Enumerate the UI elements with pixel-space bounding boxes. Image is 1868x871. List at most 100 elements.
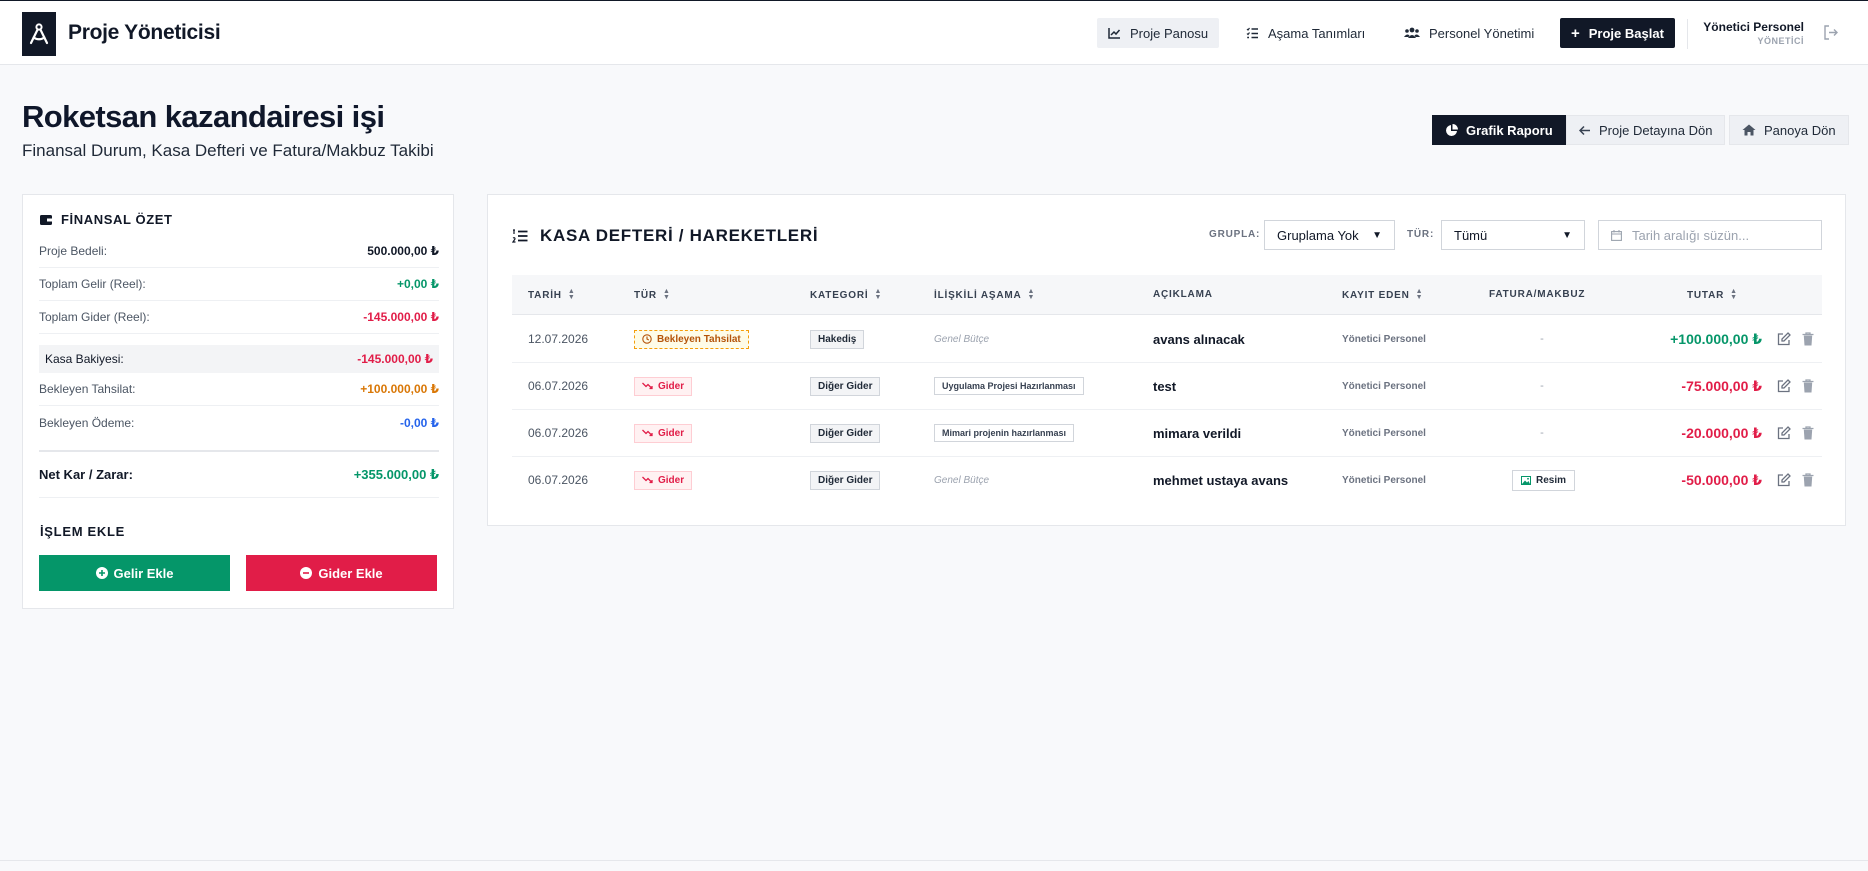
fin-row-pending-payment: Bekleyen Ödeme: -0,00 ₺	[39, 406, 439, 439]
type-badge-expense: Gider	[634, 423, 693, 443]
trash-icon[interactable]	[1802, 379, 1814, 393]
stage-none-text: Genel Bütçe	[934, 474, 990, 486]
ledger-title: KASA DEFTERİ / HAREKETLERİ	[512, 226, 818, 246]
stage-none-text: Genel Bütçe	[934, 333, 990, 345]
row-date: 12.07.2026	[528, 332, 589, 346]
graph-report-button[interactable]: Grafik Raporu	[1432, 115, 1566, 145]
start-project-button[interactable]: + Proje Başlat	[1560, 18, 1675, 48]
app-logo[interactable]	[22, 12, 56, 56]
edit-icon[interactable]	[1777, 379, 1791, 393]
row-description: avans alınacak	[1153, 331, 1245, 347]
minus-circle-icon	[300, 567, 313, 579]
start-project-label: Proje Başlat	[1588, 25, 1664, 41]
type-badge-label: Gider	[658, 474, 685, 486]
ledger-card: KASA DEFTERİ / HAREKETLERİ GRUPLA: Grupl…	[487, 194, 1846, 526]
row-date: 06.07.2026	[528, 379, 589, 393]
receipt-image-button[interactable]: Resim	[1512, 469, 1576, 491]
fin-value: +100.000,00 ₺	[360, 382, 439, 396]
type-badge-label: Gider	[658, 427, 685, 439]
trend-down-icon	[642, 476, 653, 484]
table-row: 12.07.2026 Bekleyen Tahsilat Hakediş Gen…	[512, 316, 1822, 363]
date-range-input[interactable]: Tarih aralığı süzün...	[1598, 220, 1822, 250]
type-badge-label: Gider	[658, 380, 685, 392]
th-label: TUTAR	[1687, 289, 1725, 301]
top-header: Proje Yöneticisi Proje Panosu Aşama Tanı…	[0, 1, 1868, 65]
back-to-board-button[interactable]: Panoya Dön	[1729, 115, 1849, 145]
back-to-detail-label: Proje Detayına Dön	[1599, 122, 1713, 138]
fin-row-net-profit: Net Kar / Zarar: +355.000,00 ₺	[39, 450, 439, 498]
fin-row-cash-balance: Kasa Bakiyesi: -145.000,00 ₺	[39, 345, 439, 373]
page-title: Roketsan kazandairesi işi	[22, 99, 385, 134]
th-type[interactable]: TÜR ▲ ▼	[634, 288, 671, 302]
th-related-stage[interactable]: İLİŞKİLİ AŞAMA ▲ ▼	[934, 288, 1036, 302]
stage-tag[interactable]: Mimari projenin hazırlanması	[934, 424, 1075, 442]
ledger-title-text: KASA DEFTERİ / HAREKETLERİ	[540, 226, 819, 245]
nav-label: Aşama Tanımları	[1268, 25, 1366, 41]
edit-icon[interactable]	[1777, 473, 1791, 487]
sort-icon: ▲ ▼	[1730, 288, 1738, 302]
nav-personel-yonetimi[interactable]: Personel Yönetimi	[1393, 18, 1545, 48]
nav-proje-panosu[interactable]: Proje Panosu	[1097, 18, 1220, 48]
sort-icon: ▲ ▼	[662, 288, 671, 302]
stage-tag[interactable]: Uygulama Projesi Hazırlanması	[934, 377, 1084, 395]
row-amount: -75.000,00 ₺	[1681, 377, 1762, 394]
th-label: AÇIKLAMA	[1153, 289, 1213, 300]
trash-icon[interactable]	[1802, 332, 1814, 346]
th-recorded-by[interactable]: KAYIT EDEN ▲ ▼	[1342, 288, 1424, 302]
chevron-down-icon: ▼	[1562, 229, 1572, 241]
fin-label: Bekleyen Ödeme:	[39, 415, 135, 430]
back-to-detail-button[interactable]: Proje Detayına Dön	[1566, 115, 1726, 145]
th-amount[interactable]: TUTAR ▲ ▼	[1687, 288, 1738, 302]
arrow-left-icon	[1579, 125, 1590, 135]
trash-icon[interactable]	[1802, 473, 1814, 487]
th-description: AÇIKLAMA	[1153, 289, 1213, 300]
fin-label: Proje Bedeli:	[39, 244, 108, 258]
fin-value: -0,00 ₺	[399, 415, 439, 430]
back-to-board-label: Panoya Dön	[1764, 122, 1836, 138]
nav-asama-tanimlari[interactable]: Aşama Tanımları	[1235, 18, 1376, 48]
sort-icon: ▲ ▼	[1027, 288, 1036, 302]
th-receipt: FATURA/MAKBUZ	[1489, 289, 1585, 300]
logout-icon	[1824, 25, 1838, 40]
row-date: 06.07.2026	[528, 426, 589, 440]
row-amount: +100.000,00 ₺	[1670, 330, 1762, 347]
group-select[interactable]: Gruplama Yok ▼	[1264, 220, 1395, 250]
category-tag: Diğer Gider	[810, 470, 881, 490]
row-recorded-by: Yönetici Personel	[1342, 427, 1426, 439]
type-select[interactable]: Tümü ▼	[1441, 220, 1585, 250]
fin-value: +0,00 ₺	[396, 277, 439, 291]
th-date[interactable]: TARİH ▲ ▼	[528, 288, 576, 302]
row-receipt-empty: -	[1540, 333, 1544, 345]
add-income-button[interactable]: Gelir Ekle	[39, 555, 230, 591]
th-label: TARİH	[528, 289, 562, 301]
users-icon	[1404, 27, 1420, 38]
date-range-placeholder: Tarih aralığı süzün...	[1632, 227, 1750, 243]
th-category[interactable]: KATEGORİ ▲ ▼	[810, 288, 882, 302]
row-receipt-empty: -	[1540, 380, 1544, 392]
compass-logo-icon	[29, 23, 49, 45]
edit-icon[interactable]	[1777, 426, 1791, 440]
fin-value: -145.000,00 ₺	[357, 352, 433, 366]
row-recorded-by: Yönetici Personel	[1342, 333, 1426, 345]
sort-icon: ▲ ▼	[1415, 288, 1424, 302]
fin-label: Net Kar / Zarar:	[39, 467, 133, 482]
table-row: 06.07.2026 Gider Diğer Gider Genel Bütçe…	[512, 457, 1822, 504]
trend-down-icon	[642, 382, 653, 390]
wallet-icon	[40, 214, 52, 225]
edit-icon[interactable]	[1777, 332, 1791, 346]
nav-label: Proje Panosu	[1130, 25, 1209, 41]
user-role: YÖNETİCİ	[1757, 36, 1804, 46]
ledger-table-header: TARİH ▲ ▼ TÜR ▲ ▼ KATEGORİ ▲ ▼ İLİŞKİLİ AŞAMA ▲…	[512, 275, 1822, 315]
brand-name[interactable]: Proje Yöneticisi	[68, 21, 221, 45]
trash-icon[interactable]	[1802, 426, 1814, 440]
category-tag: Diğer Gider	[810, 423, 881, 443]
financial-summary-card: FİNANSAL ÖZET Proje Bedeli: 500.000,00 ₺…	[22, 194, 454, 609]
row-date: 06.07.2026	[528, 473, 589, 487]
nav-label: Personel Yönetimi	[1429, 25, 1535, 41]
fin-value: 500.000,00 ₺	[367, 244, 439, 258]
chart-line-icon	[1108, 28, 1121, 39]
add-expense-button[interactable]: Gider Ekle	[246, 555, 437, 591]
type-badge-expense: Gider	[634, 470, 693, 490]
logout-button[interactable]	[1823, 25, 1839, 45]
group-select-value: Gruplama Yok	[1277, 227, 1359, 243]
